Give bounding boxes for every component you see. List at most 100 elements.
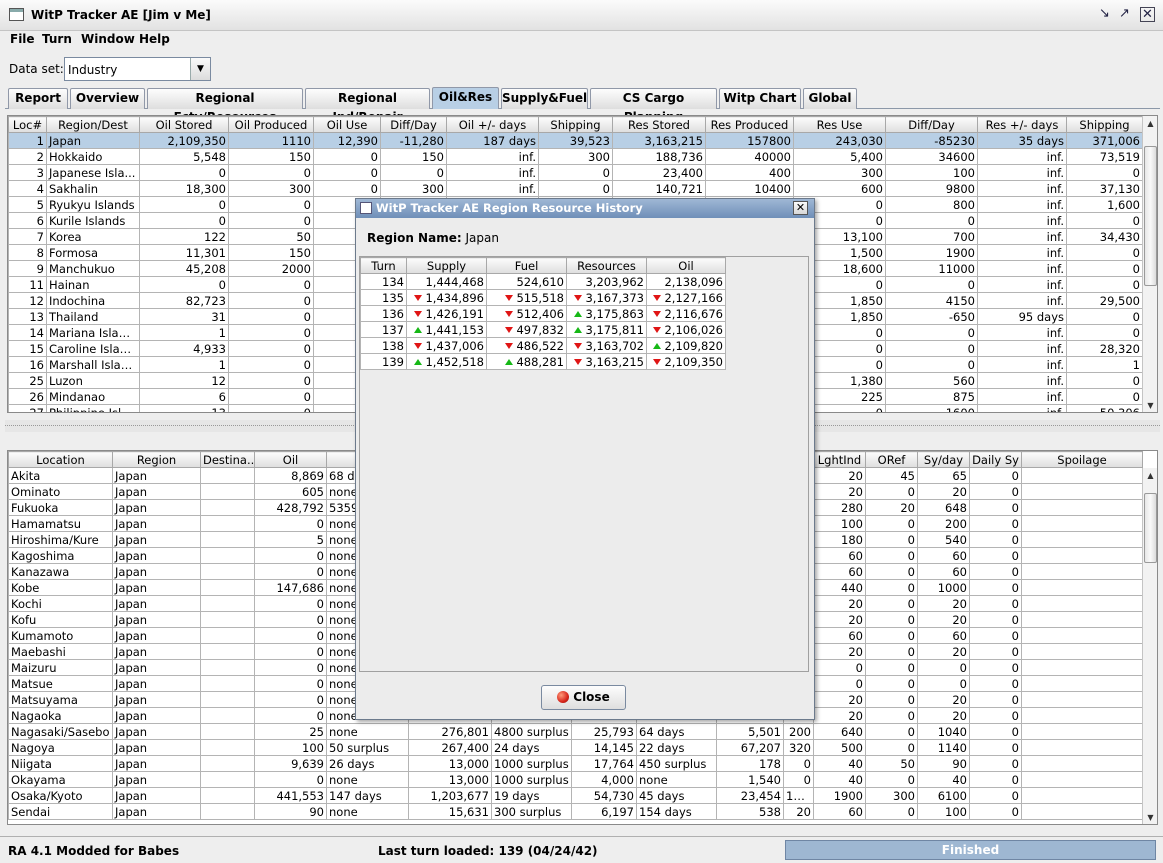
- table-cell: 0: [917, 659, 970, 676]
- table-cell: 100: [917, 803, 970, 820]
- table-cell: 0: [865, 627, 918, 644]
- table-cell: 605: [254, 483, 327, 500]
- table-cell: inf.: [977, 260, 1067, 277]
- table-cell: 28,320: [1066, 340, 1143, 357]
- table-row[interactable]: Osaka/Kyoto Japan 441,553 147 days 1,203,677…: [8, 787, 1143, 804]
- table-cell: 0: [1066, 388, 1143, 405]
- bottom-column-header[interactable]: Spoilage: [1021, 451, 1143, 468]
- history-row[interactable]: 135 1,434,896 515,518 3,167,373 2,127,166: [360, 289, 726, 306]
- menu-file[interactable]: File: [10, 32, 35, 46]
- menu-window[interactable]: Window: [81, 32, 135, 46]
- history-row[interactable]: 137 1,441,153 497,832 3,175,811 2,106,026: [360, 321, 726, 338]
- maximize-icon[interactable]: ↗: [1117, 7, 1132, 22]
- table-cell: Kofu: [8, 611, 113, 628]
- table-cell: 1600: [885, 404, 978, 412]
- menu-help[interactable]: Help: [139, 32, 170, 46]
- tab-report[interactable]: Report: [8, 88, 68, 109]
- history-cell: 2,138,096: [646, 273, 726, 290]
- bottom-column-header[interactable]: Location: [8, 451, 113, 468]
- dialog-column-header[interactable]: Turn: [360, 257, 407, 274]
- tab-oil-res[interactable]: Oil&Res: [432, 87, 499, 109]
- bottom-column-header[interactable]: ORef: [865, 451, 918, 468]
- menu-turn[interactable]: Turn: [42, 32, 72, 46]
- table-row[interactable]: 1 Japan 2,109,350 1110 12,390 -11,280 187 days…: [8, 132, 1143, 149]
- table-cell: 1040: [917, 723, 970, 740]
- minimize-icon[interactable]: ↘: [1097, 7, 1112, 22]
- table-row[interactable]: Sendai Japan 90 none 15,631 300 surplus 6,197 1…: [8, 803, 1143, 820]
- tab-cs-cargo-planning[interactable]: CS Cargo Planning: [590, 88, 717, 124]
- table-cell: Japan: [112, 723, 201, 740]
- table-cell: 15,631: [408, 803, 492, 820]
- tab-global[interactable]: Global: [803, 88, 857, 109]
- top-column-header[interactable]: Res +/- days: [977, 116, 1067, 133]
- top-column-header[interactable]: Shipping: [1066, 116, 1143, 133]
- scroll-up-icon[interactable]: ▲: [1143, 116, 1157, 131]
- bottom-column-header[interactable]: Daily Sy: [969, 451, 1022, 468]
- table-row[interactable]: Nagasaki/Sasebo Japan 25 none 276,801 4800 su…: [8, 723, 1143, 740]
- table-cell: 60: [813, 803, 866, 820]
- table-row[interactable]: 3 Japanese Isla... 0 0 0 0 inf. 0 23,400 400 300 10…: [8, 164, 1143, 181]
- bottom-column-header[interactable]: Sy/day: [917, 451, 970, 468]
- top-column-header[interactable]: Res Use: [793, 116, 886, 133]
- tab-regional-fcty-resources[interactable]: Regional Fcty/Resources: [147, 88, 303, 124]
- dialog-column-header[interactable]: Fuel: [486, 257, 567, 274]
- scroll-thumb[interactable]: [1144, 146, 1157, 286]
- tab-supply-fuel[interactable]: Supply&Fuel: [501, 88, 588, 109]
- scroll-up-icon[interactable]: ▲: [1143, 468, 1157, 483]
- table-row[interactable]: Okayama Japan 0 none 13,000 1000 surplus 4,000…: [8, 771, 1143, 788]
- table-cell: 50,306: [1066, 404, 1143, 412]
- scroll-down-icon[interactable]: ▼: [1143, 398, 1157, 412]
- history-row[interactable]: 136 1,426,191 512,406 3,175,863 2,116,676: [360, 305, 726, 322]
- top-table-scrollbar[interactable]: ▲ ▼: [1142, 116, 1157, 412]
- top-column-header[interactable]: Diff/Day: [380, 116, 447, 133]
- bottom-column-header[interactable]: Oil: [254, 451, 327, 468]
- bottom-column-header[interactable]: Region: [112, 451, 201, 468]
- top-column-header[interactable]: Res Produced: [705, 116, 794, 133]
- top-column-header[interactable]: Res Stored: [612, 116, 706, 133]
- tab-overview[interactable]: Overview: [70, 88, 145, 109]
- dialog-column-header[interactable]: Resources: [566, 257, 647, 274]
- top-column-header[interactable]: Oil Produced: [228, 116, 314, 133]
- table-cell: 1: [139, 324, 229, 341]
- table-cell: Philippine Isla...: [46, 404, 140, 412]
- top-column-header[interactable]: Oil +/- days: [446, 116, 539, 133]
- dialog-column-header[interactable]: Supply: [406, 257, 487, 274]
- table-cell: [200, 723, 255, 740]
- table-row[interactable]: Nagoya Japan 100 50 surplus 267,400 24 days 14…: [8, 739, 1143, 756]
- bottom-column-header[interactable]: LghtInd: [813, 451, 866, 468]
- top-column-header[interactable]: Shipping: [538, 116, 613, 133]
- history-row[interactable]: 139 1,452,518 488,281 3,163,215 2,109,350: [360, 353, 726, 370]
- top-column-header[interactable]: Oil Use: [313, 116, 381, 133]
- table-cell: 0: [969, 499, 1022, 516]
- dialog-close-icon[interactable]: ✕: [793, 201, 808, 215]
- tab-witp-chart[interactable]: Witp Chart: [719, 88, 801, 109]
- history-value: 1,452,518: [425, 354, 484, 369]
- table-row[interactable]: 4 Sakhalin 18,300 300 0 300 inf. 0 140,721 10400 6…: [8, 180, 1143, 197]
- dataset-select[interactable]: Industry ▼: [64, 57, 211, 81]
- table-row[interactable]: 2 Hokkaido 5,548 150 0 150 inf. 300 188,736 40000…: [8, 148, 1143, 165]
- bottom-table-scrollbar[interactable]: ▲ ▼: [1142, 468, 1157, 824]
- table-cell: inf.: [977, 372, 1067, 389]
- table-row[interactable]: Niigata Japan 9,639 26 days 13,000 1000 surpl…: [8, 755, 1143, 772]
- tab-regional-ind-repair[interactable]: Regional Ind/Repair: [305, 88, 430, 124]
- table-cell: 1140: [917, 739, 970, 756]
- top-column-header[interactable]: Loc#: [8, 116, 47, 133]
- close-window-icon[interactable]: ✕: [1140, 7, 1155, 22]
- history-row[interactable]: 134 1,444,468 524,610 3,203,962 2,138,096: [360, 273, 726, 290]
- top-column-header[interactable]: Oil Stored: [139, 116, 229, 133]
- close-button[interactable]: Close: [541, 685, 626, 710]
- top-column-header[interactable]: Diff/Day: [885, 116, 978, 133]
- history-row[interactable]: 138 1,437,006 486,522 3,163,702 2,109,820: [360, 337, 726, 354]
- table-cell: Mariana Islands: [46, 324, 140, 341]
- table-cell: 65: [917, 467, 970, 484]
- bottom-column-header[interactable]: Destina...: [200, 451, 255, 468]
- increase-arrow-icon: [414, 358, 423, 365]
- table-cell: 0: [865, 579, 918, 596]
- dialog-column-header[interactable]: Oil: [646, 257, 726, 274]
- table-cell: Hiroshima/Kure: [8, 531, 113, 548]
- scroll-down-icon[interactable]: ▼: [1143, 810, 1157, 824]
- chevron-down-icon[interactable]: ▼: [190, 58, 210, 80]
- top-column-header[interactable]: Region/Dest: [46, 116, 140, 133]
- scroll-thumb[interactable]: [1144, 493, 1157, 563]
- table-cell: 0: [969, 531, 1022, 548]
